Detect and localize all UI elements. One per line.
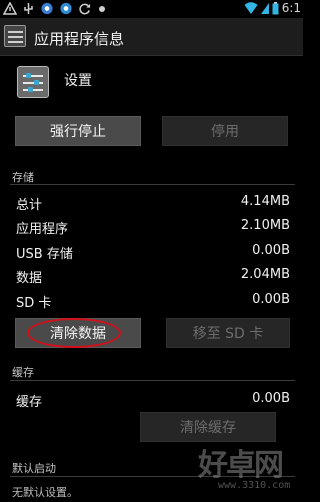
wifi-icon [244, 2, 258, 15]
row-label: 缓存 [16, 395, 43, 410]
watermark-url: www.3310.com [218, 480, 291, 491]
storage-row-app: 应用程序 2.10MB [16, 216, 290, 238]
row-value: 4.14MB [240, 194, 290, 209]
row-label: SD 卡 [16, 296, 52, 311]
row-label: 数据 [16, 271, 43, 286]
status-bar: 6:1 [0, 0, 303, 18]
force-stop-button[interactable]: 强行停止 [15, 116, 141, 146]
disable-button[interactable]: 停用 [162, 116, 288, 146]
cache-row: 缓存 0.00B [16, 389, 290, 411]
warning-icon [3, 2, 17, 15]
storage-row-total: 总计 4.14MB [16, 192, 290, 214]
row-label: USB 存储 [16, 247, 73, 262]
dot-icon [99, 6, 105, 12]
move-to-sd-button[interactable]: 移至 SD 卡 [166, 318, 290, 348]
clock: 6:1 [281, 1, 301, 15]
cache-header: 缓存 [12, 366, 34, 379]
chrome-icon [41, 2, 53, 15]
action-bar: 应用程序信息 [0, 18, 303, 56]
row-value: 2.10MB [240, 218, 290, 233]
signal-icon [261, 3, 269, 14]
page-title: 应用程序信息 [34, 30, 125, 48]
watermark: 好卓网 www.3310.com [198, 440, 298, 496]
row-value: 0.00B [252, 292, 290, 307]
usb-icon [24, 3, 33, 14]
divider [10, 380, 295, 381]
default-launch-note: 无默认设置。 [12, 486, 78, 499]
app-name: 设置 [64, 73, 92, 89]
sync-icon [79, 3, 91, 15]
row-value: 0.00B [252, 243, 290, 258]
storage-row-sd: SD 卡 0.00B [16, 290, 290, 312]
app-settings-icon [17, 66, 49, 98]
storage-row-data: 数据 2.04MB [16, 265, 290, 287]
row-value: 0.00B [252, 391, 290, 406]
clear-cache-button[interactable]: 清除缓存 [140, 412, 276, 442]
battery-icon [272, 2, 279, 15]
default-launch-header: 默认启动 [12, 462, 56, 475]
settings-icon[interactable] [4, 25, 26, 47]
row-label: 应用程序 [16, 222, 69, 237]
row-label: 总计 [16, 198, 43, 213]
row-value: 2.04MB [240, 267, 290, 282]
watermark-logo: 好卓网 [198, 448, 284, 483]
chrome-icon [60, 2, 72, 15]
storage-header: 存储 [12, 171, 34, 184]
highlight-circle [27, 318, 121, 348]
storage-row-usb: USB 存储 0.00B [16, 241, 290, 263]
divider [10, 184, 295, 185]
